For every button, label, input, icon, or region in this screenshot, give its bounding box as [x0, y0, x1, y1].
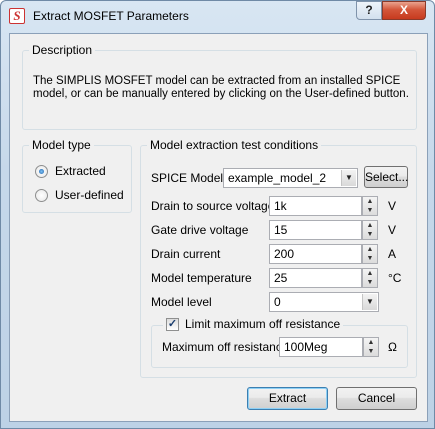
max-off-resistance-spinner[interactable]: ▲ ▼ — [363, 337, 379, 357]
extraction-conditions-group: Model extraction test conditions SPICE M… — [140, 138, 417, 378]
limit-off-resistance-label: Limit maximum off resistance — [185, 317, 341, 331]
spin-up-icon[interactable]: ▲ — [363, 221, 377, 230]
chevron-down-icon[interactable]: ▼ — [362, 294, 377, 310]
spin-down-icon[interactable]: ▼ — [363, 206, 377, 215]
drain-current-unit: A — [388, 247, 397, 261]
gate-drive-voltage-unit: V — [388, 223, 397, 237]
limit-off-resistance-group: ✓ Limit maximum off resistance Maximum o… — [151, 317, 408, 368]
spin-down-icon[interactable]: ▼ — [363, 278, 377, 287]
radio-extracted-label: Extracted — [55, 164, 106, 178]
model-level-value: 0 — [274, 295, 281, 309]
radio-user-defined-button[interactable] — [35, 188, 48, 202]
window-title: Extract MOSFET Parameters — [33, 9, 189, 23]
simplis-app-icon: S — [9, 8, 25, 24]
spin-up-icon[interactable]: ▲ — [364, 338, 378, 347]
max-off-resistance-unit: Ω — [388, 340, 397, 354]
max-off-resistance-input[interactable]: 100Meg — [279, 337, 363, 357]
spin-down-icon[interactable]: ▼ — [364, 347, 378, 356]
drain-source-voltage-input[interactable]: 1k — [269, 196, 362, 216]
spin-up-icon[interactable]: ▲ — [363, 245, 377, 254]
drain-source-voltage-label: Drain to source voltage — [151, 199, 275, 213]
max-off-resistance-label: Maximum off resistance — [162, 340, 289, 354]
drain-source-voltage-spinner[interactable]: ▲ ▼ — [362, 196, 378, 216]
dialog-window: S Extract MOSFET Parameters ? X Descript… — [0, 0, 435, 429]
model-level-label: Model level — [151, 295, 212, 309]
limit-off-resistance-header[interactable]: ✓ Limit maximum off resistance — [163, 317, 344, 331]
spin-down-icon[interactable]: ▼ — [363, 230, 377, 239]
drain-current-input[interactable]: 200 — [269, 244, 362, 264]
extract-button[interactable]: Extract — [247, 387, 328, 410]
description-text: The SIMPLIS MOSFET model can be extracte… — [33, 75, 409, 100]
help-button[interactable]: ? — [356, 1, 382, 20]
model-temperature-input[interactable]: 25 — [269, 268, 362, 288]
model-temperature-spinner[interactable]: ▲ ▼ — [362, 268, 378, 288]
radio-user-defined-label: User-defined — [55, 188, 124, 202]
radio-user-defined[interactable]: User-defined — [35, 187, 124, 203]
close-button[interactable]: X — [382, 1, 426, 20]
radio-extracted[interactable]: Extracted — [35, 163, 106, 179]
gate-drive-voltage-label: Gate drive voltage — [151, 223, 249, 237]
title-bar[interactable]: S Extract MOSFET Parameters ? X — [1, 1, 434, 33]
model-temperature-unit: °C — [388, 271, 402, 285]
spin-down-icon[interactable]: ▼ — [363, 254, 377, 263]
drain-current-spinner[interactable]: ▲ ▼ — [362, 244, 378, 264]
radio-extracted-button[interactable] — [35, 164, 48, 178]
spice-model-label: SPICE Model — [151, 171, 224, 185]
model-type-group-title: Model type — [29, 138, 94, 152]
spice-model-combo[interactable]: example_model_2 ▼ — [223, 168, 358, 188]
drain-current-label: Drain current — [151, 247, 221, 261]
gate-drive-voltage-spinner[interactable]: ▲ ▼ — [362, 220, 378, 240]
spice-model-value: example_model_2 — [228, 171, 327, 185]
cancel-button[interactable]: Cancel — [336, 387, 417, 410]
gate-drive-voltage-input[interactable]: 15 — [269, 220, 362, 240]
model-temperature-label: Model temperature — [151, 271, 252, 285]
description-group-title: Description — [29, 43, 96, 57]
spin-up-icon[interactable]: ▲ — [363, 269, 377, 278]
extraction-conditions-group-title: Model extraction test conditions — [147, 138, 322, 152]
chevron-down-icon[interactable]: ▼ — [341, 170, 356, 186]
description-group: Description The SIMPLIS MOSFET model can… — [22, 43, 417, 130]
limit-off-resistance-checkbox[interactable]: ✓ — [166, 317, 179, 331]
select-model-button[interactable]: Select... — [364, 166, 408, 188]
dialog-client-area: Description The SIMPLIS MOSFET model can… — [9, 33, 428, 422]
model-type-group: Model type Extracted User-defined — [22, 138, 132, 213]
spin-up-icon[interactable]: ▲ — [363, 197, 377, 206]
model-level-combo[interactable]: 0 ▼ — [269, 292, 379, 312]
drain-source-voltage-unit: V — [388, 199, 397, 213]
